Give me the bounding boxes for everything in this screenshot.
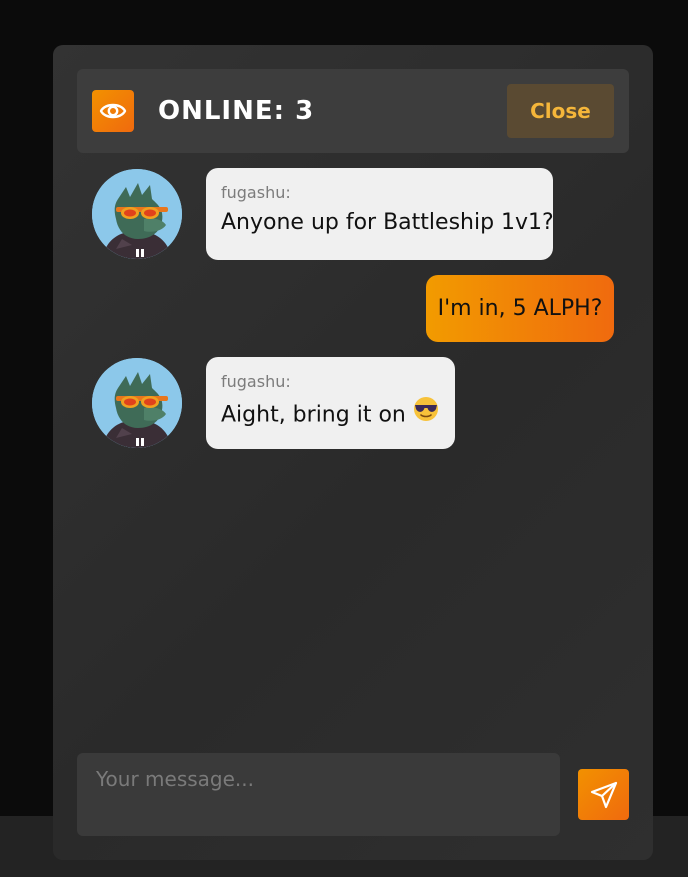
message-bubble-incoming: fugashu: Anyone up for Battleship 1v1?: [206, 168, 554, 260]
avatar: [92, 169, 182, 259]
send-button[interactable]: [578, 769, 629, 820]
message-text: I'm in, 5 ALPH?: [437, 295, 603, 321]
online-count: ONLINE: 3: [158, 96, 315, 126]
message-input[interactable]: [77, 753, 560, 836]
eye-icon: [99, 103, 127, 119]
lizard-avatar-image: [92, 358, 182, 448]
chat-header: ONLINE: 3 Close: [77, 69, 629, 153]
sunglasses-emoji-icon: [412, 395, 440, 432]
close-button[interactable]: Close: [507, 84, 614, 138]
avatar: [92, 358, 182, 448]
message-text: Anyone up for Battleship 1v1?: [221, 210, 554, 235]
paper-plane-icon: [590, 781, 617, 808]
message-text: Aight, bring it on: [221, 402, 406, 428]
chat-panel: ONLINE: 3 Close fugashu: Anyone up for B…: [53, 45, 653, 860]
message-bubble-incoming: fugashu: Aight, bring it on: [206, 357, 455, 449]
message-sender: fugashu:: [221, 183, 291, 202]
message-text-row: Aight, bring it on: [221, 397, 440, 434]
message-bubble-outgoing: I'm in, 5 ALPH?: [426, 275, 614, 342]
toggle-visibility-button[interactable]: [92, 90, 134, 132]
message-sender: fugashu:: [221, 372, 291, 391]
lizard-avatar-image: [92, 169, 182, 259]
